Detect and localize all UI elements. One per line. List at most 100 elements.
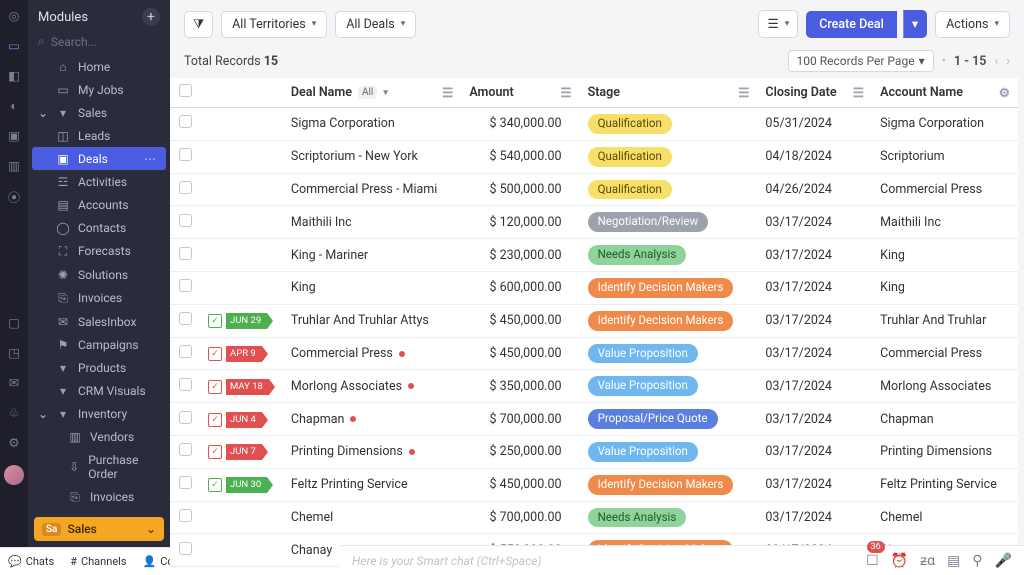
sidebar-item-invoices[interactable]: ⎘Invoices (28, 485, 170, 509)
deal-name[interactable]: Maithili Inc (291, 215, 352, 230)
sidebar-item-my-jobs[interactable]: ▭My Jobs (28, 78, 170, 101)
account-name-cell[interactable]: King (872, 239, 1018, 272)
rail-mail-icon[interactable]: ✉ (6, 375, 22, 391)
stage-badge[interactable]: Identify Decision Makers (588, 311, 734, 331)
stage-badge[interactable]: Qualification (588, 114, 672, 134)
rail-bottom-1-icon[interactable]: ▢ (6, 315, 22, 331)
row-checkbox[interactable] (179, 181, 192, 194)
date-tag[interactable]: ✓JUN 29 (208, 313, 273, 329)
table-row[interactable]: Chemel$ 700,000.00Needs Analysis03/17/20… (170, 501, 1018, 534)
stage-badge[interactable]: Qualification (588, 180, 672, 200)
stage-badge[interactable]: Negotiation/Review (588, 212, 709, 232)
sidebar-item-accounts[interactable]: ▤Accounts (28, 193, 170, 216)
table-row[interactable]: ✓JUN 29Truhlar And Truhlar Attys$ 450,00… (170, 304, 1018, 337)
rail-gear-icon[interactable]: ⚙ (6, 435, 22, 451)
view-toggle-button[interactable]: ☰ ▾ (758, 10, 798, 38)
create-deal-dropdown[interactable]: ▾ (903, 10, 927, 38)
row-checkbox[interactable] (179, 411, 192, 424)
deals-filter-dropdown[interactable]: All Deals▾ (335, 11, 416, 38)
deals-table-wrap[interactable]: Deal Name All▾☰ Amount☰ Stage☰ Closing D… (170, 78, 1018, 575)
stage-badge[interactable]: Proposal/Price Quote (588, 409, 718, 429)
account-name-cell[interactable]: Commercial Press (872, 173, 1018, 206)
footer-mic-icon[interactable]: 🎤 (995, 553, 1012, 569)
deal-name[interactable]: King (291, 280, 316, 295)
account-name-cell[interactable]: Commercial Press (872, 337, 1018, 370)
account-name-cell[interactable]: King (872, 271, 1018, 304)
deal-name[interactable]: Scriptorium - New York (291, 149, 418, 164)
row-checkbox[interactable] (179, 378, 192, 391)
row-checkbox[interactable] (179, 214, 192, 227)
stage-badge[interactable]: Needs Analysis (588, 245, 687, 265)
table-row[interactable]: King$ 600,000.00Identify Decision Makers… (170, 271, 1018, 304)
smart-chat-hint[interactable]: Here is your Smart chat (Ctrl+Space) (352, 554, 541, 568)
footer-clock-icon[interactable]: ⏰ (891, 553, 908, 569)
stage-badge[interactable]: Qualification (588, 147, 672, 167)
col-options-icon[interactable]: ☰ (560, 85, 571, 101)
table-row[interactable]: Maithili Inc$ 120,000.00Negotiation/Revi… (170, 206, 1018, 239)
rail-item-3-icon[interactable]: ◐ (6, 98, 22, 114)
sidebar-item-vendors[interactable]: ▥Vendors (28, 425, 170, 448)
account-name-cell[interactable]: Morlong Associates (872, 370, 1018, 403)
table-row[interactable]: ✓APR 9Commercial Press$ 450,000.00Value … (170, 337, 1018, 370)
col-stage[interactable]: Stage (588, 85, 620, 100)
footer-zia-icon[interactable]: ƶα (920, 552, 935, 569)
account-name-cell[interactable]: Printing Dimensions (872, 435, 1018, 468)
row-checkbox[interactable] (179, 476, 192, 489)
sidebar-item-deals[interactable]: ▣Deals⋯ (32, 147, 166, 170)
table-row[interactable]: ✓JUN 30Feltz Printing Service$ 450,000.0… (170, 468, 1018, 501)
table-row[interactable]: ✓MAY 18Morlong Associates$ 350,000.00Val… (170, 370, 1018, 403)
select-all-checkbox[interactable] (179, 84, 192, 97)
deal-name[interactable]: Printing Dimensions (291, 444, 403, 459)
row-checkbox[interactable] (179, 115, 192, 128)
sidebar-item-purchase-order[interactable]: ⇩Purchase Order (28, 448, 170, 485)
deal-name[interactable]: Sigma Corporation (291, 116, 395, 131)
row-checkbox[interactable] (179, 345, 192, 358)
account-name-cell[interactable]: Feltz Printing Service (872, 468, 1018, 501)
next-page-button[interactable]: › (1006, 54, 1010, 69)
bottom-chats[interactable]: 💬Chats (0, 555, 62, 568)
row-checkbox[interactable] (179, 247, 192, 260)
sidebar-item-activities[interactable]: ☲Activities (28, 170, 170, 193)
rail-item-5-icon[interactable]: ▥ (6, 158, 22, 174)
sidebar-item-inventory[interactable]: ⌄▾Inventory (28, 402, 170, 425)
deal-name[interactable]: King - Mariner (291, 248, 368, 263)
table-row[interactable]: Scriptorium - New York$ 540,000.00Qualif… (170, 140, 1018, 173)
col-settings-icon[interactable]: ⚙ (999, 85, 1010, 101)
row-checkbox[interactable] (179, 509, 192, 522)
sidebar-item-forecasts[interactable]: ⛶Forecasts (28, 239, 170, 263)
sidebar-item-home[interactable]: ⌂Home (28, 55, 170, 78)
account-name-cell[interactable]: Scriptorium (872, 140, 1018, 173)
deal-name[interactable]: Chapman (291, 412, 345, 427)
row-checkbox[interactable] (179, 148, 192, 161)
col-options-icon[interactable]: ☰ (853, 85, 864, 101)
row-checkbox[interactable] (179, 279, 192, 292)
sidebar-item-sales[interactable]: ⌄▾Sales (28, 101, 170, 124)
table-row[interactable]: ✓JUN 4Chapman$ 700,000.00Proposal/Price … (170, 403, 1018, 436)
col-account[interactable]: Account Name (880, 85, 963, 100)
logo-icon[interactable]: ◎ (6, 8, 22, 24)
prev-page-button[interactable]: ‹ (994, 54, 998, 69)
rail-item-4-icon[interactable]: ▣ (6, 128, 22, 144)
sidebar-item-products[interactable]: ▾Products (28, 356, 170, 379)
footer-pin-icon[interactable]: ⚲ (972, 553, 982, 569)
deal-name[interactable]: Chemel (291, 510, 333, 525)
rail-bell-icon[interactable]: ♧ (6, 405, 22, 421)
deal-name[interactable]: Chanay (291, 543, 332, 558)
table-row[interactable]: ✓JUN 7Printing Dimensions$ 250,000.00Val… (170, 435, 1018, 468)
col-options-icon[interactable]: ☰ (442, 85, 453, 101)
bottom-channels[interactable]: #Channels (62, 555, 134, 568)
sidebar-footer-select[interactable]: Sa Sales ⌄ (34, 517, 164, 541)
sidebar-item-salesinbox[interactable]: ✉SalesInbox (28, 310, 170, 333)
date-tag[interactable]: ✓MAY 18 (208, 379, 275, 395)
deal-name[interactable]: Commercial Press - Miami (291, 182, 437, 197)
create-deal-button[interactable]: Create Deal (806, 11, 897, 38)
rail-item-6-icon[interactable]: ⦿ (6, 188, 22, 204)
account-name-cell[interactable]: Sigma Corporation (872, 108, 1018, 141)
actions-dropdown[interactable]: Actions▾ (935, 11, 1010, 38)
date-tag[interactable]: ✓JUN 4 (208, 412, 268, 428)
per-page-dropdown[interactable]: 100 Records Per Page ▾ (788, 50, 934, 72)
account-name-cell[interactable]: Truhlar And Truhlar (872, 304, 1018, 337)
filter-button[interactable]: ⧩ (184, 11, 213, 38)
stage-badge[interactable]: Value Proposition (588, 376, 698, 396)
rail-item-1-icon[interactable]: ▭ (6, 38, 22, 54)
